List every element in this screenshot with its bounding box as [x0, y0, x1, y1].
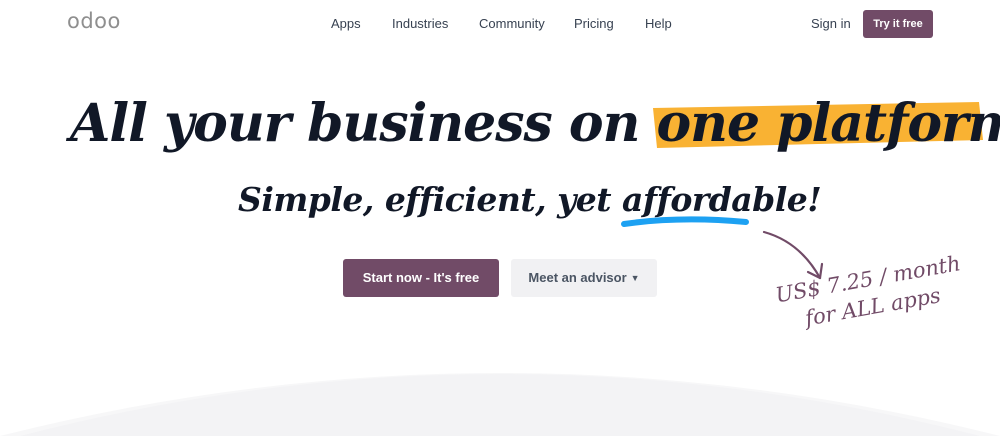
nav-pricing[interactable]: Pricing	[574, 16, 614, 31]
start-now-button[interactable]: Start now - It's free	[343, 259, 499, 297]
try-it-free-button[interactable]: Try it free	[863, 10, 933, 38]
hero-subtitle-end: !	[807, 180, 822, 219]
caret-down-icon: ▼	[630, 273, 640, 283]
hero-title-highlight-text: one platform.	[656, 93, 1000, 154]
hero-title-highlight: one platform.	[652, 84, 1000, 164]
nav-apps[interactable]: Apps	[331, 16, 361, 31]
sign-in-link[interactable]: Sign in	[811, 16, 851, 31]
nav-industries[interactable]: Industries	[392, 16, 448, 31]
hero-title: All your business on one platform.	[70, 84, 1000, 164]
hero-subtitle-underlined: affordable	[621, 176, 808, 227]
top-navbar: odoo Apps Industries Community Pricing H…	[0, 0, 1000, 48]
meet-advisor-button[interactable]: Meet an advisor ▼	[511, 259, 657, 297]
meet-advisor-label: Meet an advisor	[528, 270, 627, 285]
nav-help[interactable]: Help	[645, 16, 672, 31]
blue-underline-stroke	[621, 216, 750, 227]
hero-subtitle-start: Simple, efficient, yet	[238, 180, 623, 219]
hero-subtitle: Simple, efficient, yet affordable !	[238, 176, 822, 228]
odoo-logo[interactable]: odoo	[67, 9, 121, 33]
nav-community[interactable]: Community	[479, 16, 545, 31]
hero-title-start: All your business on	[70, 93, 657, 154]
bottom-arc-background	[0, 350, 1000, 436]
